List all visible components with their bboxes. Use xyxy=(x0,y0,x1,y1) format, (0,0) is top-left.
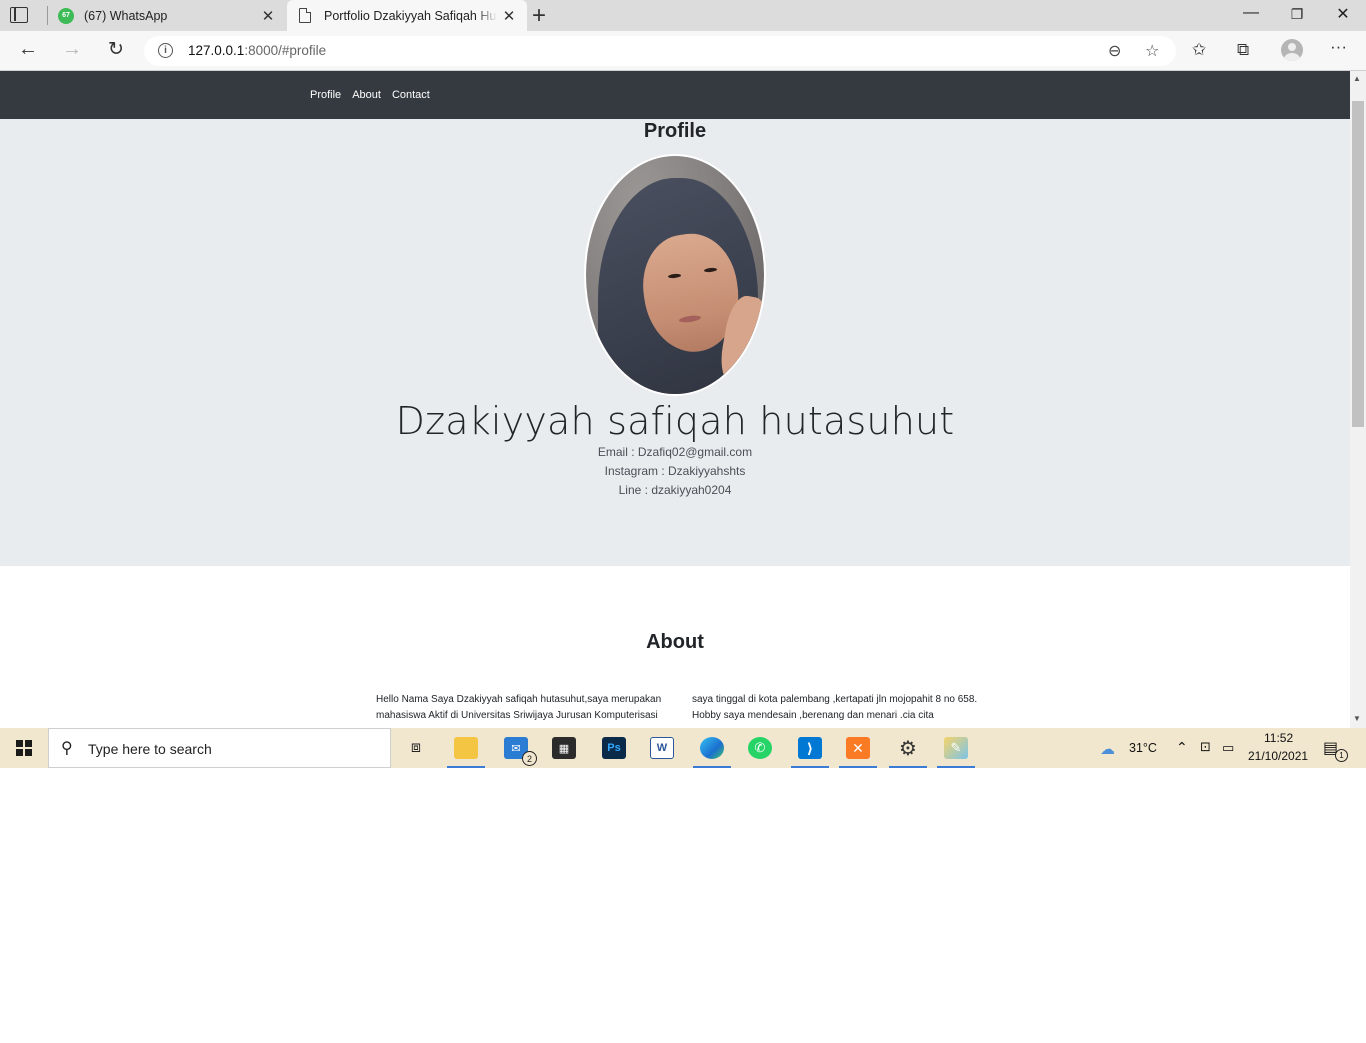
xampp-button[interactable]: ✕ xyxy=(834,728,882,768)
about-text-left: Hello Nama Saya Dzakiyyah safiqah hutasu… xyxy=(376,694,662,721)
photoshop-button[interactable]: Ps xyxy=(590,728,638,768)
close-window-button[interactable]: ✕ xyxy=(1320,4,1366,24)
task-view-icon: ⧈ xyxy=(410,739,422,756)
mail-button[interactable]: ✉ 2 xyxy=(492,728,540,768)
new-tab-button[interactable]: + xyxy=(532,2,546,30)
whatsapp-icon: 67 xyxy=(58,7,74,24)
add-favorite-icon[interactable]: ☆ xyxy=(1145,41,1159,61)
tab-strip: 67 (67) WhatsApp ✕ Portfolio Dzakiyyah S… xyxy=(0,0,1366,31)
tab-title: Portfolio Dzakiyyah Safiqah Hutasuhut xyxy=(324,8,497,23)
collections-icon[interactable]: ⧉ xyxy=(1237,40,1249,60)
scroll-up-icon[interactable]: ▲ xyxy=(1353,74,1361,83)
tab-separator xyxy=(47,6,48,25)
page-viewport: Profile About Contact Profile Dzakiyyah … xyxy=(0,71,1350,728)
screen: 67 (67) WhatsApp ✕ Portfolio Dzakiyyah S… xyxy=(0,0,1366,768)
search-icon: ⚲ xyxy=(61,740,73,757)
store-button[interactable]: ▦ xyxy=(540,728,588,768)
close-icon[interactable]: ✕ xyxy=(497,7,521,25)
address-bar[interactable]: i 127.0.0.1:8000/#profile ⊖ ☆ xyxy=(144,36,1176,66)
word-icon: W xyxy=(650,737,674,759)
about-columns: Hello Nama Saya Dzakiyyah safiqah hutasu… xyxy=(14,692,1350,724)
browser-toolbar: ← → ↻ i 127.0.0.1:8000/#profile ⊖ ☆ ✩ ⧉ … xyxy=(0,31,1366,71)
store-icon: ▦ xyxy=(552,737,576,759)
clock-time[interactable]: 11:52 xyxy=(1264,731,1293,745)
folder-icon xyxy=(454,737,478,759)
document-icon xyxy=(299,8,311,23)
settings-button[interactable]: ⚙ xyxy=(884,728,932,768)
favorites-icon[interactable]: ✩ xyxy=(1192,40,1206,60)
about-text-right: saya tinggal di kota palembang ,kertapat… xyxy=(692,694,978,721)
vscode-icon: ⟩ xyxy=(798,737,822,759)
scroll-down-icon[interactable]: ▼ xyxy=(1353,714,1361,723)
battery-icon[interactable]: ▭ xyxy=(1222,740,1234,756)
zoom-icon[interactable]: ⊖ xyxy=(1108,41,1121,61)
whatsapp-button[interactable]: ✆ xyxy=(736,728,784,768)
restore-button[interactable]: ❐ xyxy=(1274,6,1320,23)
notification-badge: 1 xyxy=(1335,749,1348,762)
mail-badge: 2 xyxy=(522,751,537,766)
info-icon[interactable]: i xyxy=(158,43,173,58)
site-navbar: Profile About Contact xyxy=(0,71,1350,119)
photoshop-icon: Ps xyxy=(602,737,626,759)
mail-icon: ✉ 2 xyxy=(504,737,537,766)
minimize-button[interactable]: — xyxy=(1228,4,1274,22)
edge-icon xyxy=(700,737,724,759)
weather-icon[interactable]: ☁ xyxy=(1100,740,1115,758)
profile-avatar[interactable] xyxy=(1281,39,1303,61)
task-view-button[interactable]: ⧈ xyxy=(392,728,440,768)
tab-title: (67) WhatsApp xyxy=(84,8,168,23)
whatsapp-icon: ✆ xyxy=(748,737,772,759)
tab-whatsapp[interactable]: 67 (67) WhatsApp ✕ xyxy=(50,0,286,31)
search-placeholder: Type here to search xyxy=(88,741,212,757)
tab-actions-icon[interactable] xyxy=(10,7,28,23)
scrollbar-thumb[interactable] xyxy=(1352,101,1364,427)
network-icon[interactable]: ⊡ xyxy=(1200,739,1211,755)
profile-photo xyxy=(584,154,766,396)
page-scrollbar[interactable]: ▲ ▼ xyxy=(1350,71,1366,728)
chevron-up-icon[interactable]: ⌃ xyxy=(1176,739,1188,756)
edge-button[interactable] xyxy=(688,728,736,768)
file-explorer-button[interactable] xyxy=(442,728,490,768)
paint-button[interactable]: ✎ xyxy=(932,728,980,768)
close-icon[interactable]: ✕ xyxy=(256,7,280,25)
profile-heading: Profile xyxy=(643,120,707,142)
forward-button[interactable]: → xyxy=(57,38,87,61)
profile-line: Line : dzakiyyah0204 xyxy=(618,483,732,497)
paint-icon: ✎ xyxy=(944,737,968,759)
profile-instagram: Instagram : Dzakiyyahshts xyxy=(604,464,746,478)
back-button[interactable]: ← xyxy=(13,38,43,61)
weather-temp[interactable]: 31°C xyxy=(1129,741,1157,755)
windows-taskbar: ⚲ Type here to search ⧈ ✉ 2 ▦ Ps W ✆ ⟩ ✕… xyxy=(0,728,1366,768)
nav-link-profile[interactable]: Profile xyxy=(310,89,341,101)
xampp-icon: ✕ xyxy=(846,737,870,759)
gear-icon: ⚙ xyxy=(899,737,917,760)
taskbar-search[interactable]: ⚲ Type here to search xyxy=(48,728,391,768)
more-options-icon[interactable]: ··· xyxy=(1330,37,1347,57)
vscode-button[interactable]: ⟩ xyxy=(786,728,834,768)
nav-link-contact[interactable]: Contact xyxy=(392,89,430,101)
word-button[interactable]: W xyxy=(638,728,686,768)
url-text[interactable]: 127.0.0.1:8000/#profile xyxy=(188,43,326,58)
profile-section: Profile Dzakiyyah safiqah hutasuhut Emai… xyxy=(0,119,1350,566)
refresh-button[interactable]: ↻ xyxy=(101,38,131,61)
profile-name: Dzakiyyah safiqah hutasuhut xyxy=(395,399,955,443)
tab-portfolio[interactable]: Portfolio Dzakiyyah Safiqah Hutasuhut ✕ xyxy=(287,0,527,31)
about-section: About Hello Nama Saya Dzakiyyah safiqah … xyxy=(0,566,1350,724)
clock-date[interactable]: 21/10/2021 xyxy=(1248,749,1308,763)
start-button[interactable] xyxy=(16,740,32,756)
profile-email: Email : Dzafiq02@gmail.com xyxy=(597,445,753,459)
about-heading: About xyxy=(646,631,704,653)
nav-link-about[interactable]: About xyxy=(352,89,381,101)
